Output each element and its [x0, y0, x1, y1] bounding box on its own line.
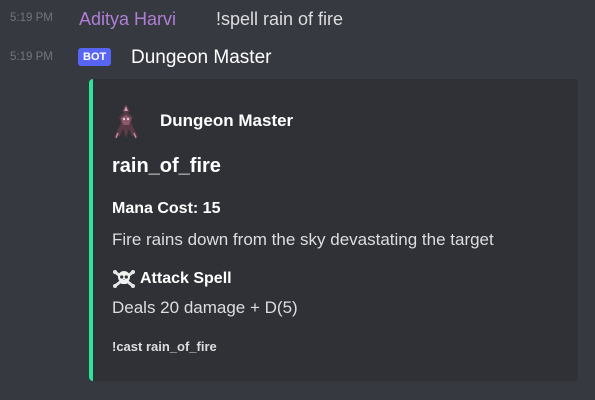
chat-window: 5:19 PM Aditya Harvi !spell rain of fire… — [0, 0, 595, 400]
embed-author: Dungeon Master — [112, 103, 293, 139]
embed-author-name: Dungeon Master — [160, 111, 294, 130]
message-author[interactable]: Dungeon Master — [131, 45, 271, 71]
field-name-mana-cost: Mana Cost: 15 — [112, 200, 221, 217]
message-author[interactable]: Aditya Harvi — [79, 6, 176, 32]
field-name-spell-type: Attack Spell — [112, 268, 232, 290]
message-timestamp: 5:19 PM — [10, 51, 53, 63]
user-message: 5:19 PM Aditya Harvi !spell rain of fire — [0, 6, 595, 32]
bot-message-header: 5:19 PM BOT Dungeon Master — [0, 45, 595, 71]
bot-badge: BOT — [78, 48, 112, 66]
skull-crossbones-icon — [113, 270, 135, 288]
field-value-description: Fire rains down from the sky devastating… — [112, 230, 494, 249]
spell-embed: Dungeon Master rain_of_fire Mana Cost: 1… — [89, 79, 578, 381]
message-timestamp: 5:19 PM — [10, 12, 53, 24]
field-name-label: Attack Spell — [140, 270, 232, 287]
embed-title: rain_of_fire — [112, 155, 221, 177]
dungeon-master-avatar-icon — [114, 104, 138, 139]
message-content: !spell rain of fire — [216, 9, 344, 29]
embed-accent-bar — [89, 79, 93, 381]
field-value-damage: Deals 20 damage + D(5) — [112, 298, 298, 317]
embed-footer: !cast rain_of_fire — [112, 339, 217, 354]
